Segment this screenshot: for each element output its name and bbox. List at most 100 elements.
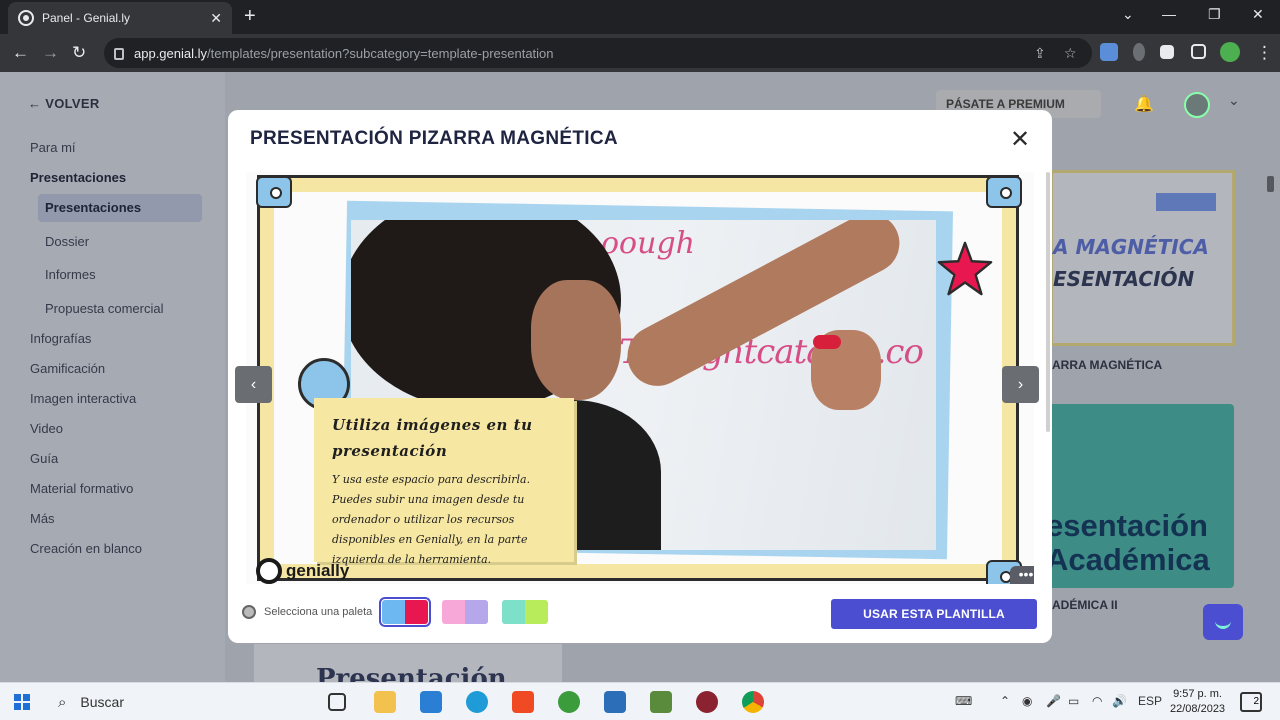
back-button[interactable]: ← VOLVER	[28, 96, 100, 111]
translate-extension-icon[interactable]	[1100, 43, 1118, 61]
sidebar-item-video[interactable]: Video	[30, 421, 63, 436]
scrollbar-thumb[interactable]	[1267, 176, 1274, 192]
swatch-color	[465, 600, 489, 624]
previous-slide-button[interactable]: ‹	[235, 366, 272, 403]
sidebar-item-mas[interactable]: Más	[30, 511, 55, 526]
close-icon[interactable]: ✕	[1010, 128, 1030, 152]
frame-corner-top-left	[256, 176, 292, 208]
url-host: app.genial.ly	[134, 45, 207, 61]
chrome-icon[interactable]	[742, 691, 764, 713]
address-bar[interactable]: app.genial.ly/templates/presentation?sub…	[104, 38, 1092, 68]
tray-chevron-up-icon[interactable]: ⌃	[1000, 694, 1010, 708]
sidebar-item-presentaciones-group[interactable]: Presentaciones	[30, 170, 126, 185]
page-scrollbar[interactable]	[1264, 170, 1276, 680]
modal-scrollbar[interactable]	[1046, 172, 1050, 432]
card1-line1: A MAGNÉTICA	[1053, 235, 1209, 259]
browser-tab[interactable]: Panel - Genial.ly ✕	[8, 2, 232, 34]
sidebar-item-informes[interactable]: Informes	[45, 267, 96, 282]
tab-close-icon[interactable]: ✕	[210, 10, 222, 27]
minimize-icon[interactable]: —	[1162, 6, 1176, 22]
note-title: Utiliza imágenes en tu presentación	[332, 416, 533, 460]
swatch-color	[382, 600, 406, 624]
language-indicator[interactable]: ESP	[1138, 694, 1162, 708]
mail-icon[interactable]	[420, 691, 442, 713]
card1-label[interactable]: ARRA MAGNÉTICA	[1052, 358, 1162, 372]
sidebar-item-guia[interactable]: Guía	[30, 451, 58, 466]
modal-title: PRESENTACIÓN PIZARRA MAGNÉTICA	[250, 128, 618, 149]
clock-date: 22/08/2023	[1170, 703, 1226, 715]
bookmark-star-icon[interactable]: ☆	[1064, 45, 1077, 62]
notifications-bell-icon[interactable]: 🔔	[1134, 94, 1154, 114]
wifi-icon[interactable]: ◠	[1092, 694, 1102, 708]
app-a-icon[interactable]	[696, 691, 718, 713]
keyboard-icon[interactable]: ⌨	[955, 694, 972, 708]
card2-label[interactable]: ADÉMICA II	[1052, 598, 1118, 612]
share-icon[interactable]: ⇪	[1034, 45, 1046, 62]
use-template-button[interactable]: USAR ESTA PLANTILLA	[831, 599, 1037, 629]
genially-logo-text: genially	[286, 561, 350, 580]
restore-icon[interactable]: ❐	[1208, 6, 1221, 23]
task-view-icon[interactable]	[328, 693, 346, 711]
sidebar-item-creacion-en-blanco[interactable]: Creación en blanco	[30, 541, 142, 556]
swatch-color	[405, 600, 429, 624]
tab-title: Panel - Genial.ly	[42, 11, 131, 25]
volume-icon[interactable]: 🔊	[1112, 694, 1127, 708]
palette-option-2[interactable]	[442, 600, 489, 624]
photos-icon[interactable]	[604, 691, 626, 713]
brave-icon[interactable]	[512, 691, 534, 713]
sidebar-item-gamificacion[interactable]: Gamificación	[30, 361, 105, 376]
clock[interactable]: 9:57 p. m. 22/08/2023	[1170, 687, 1225, 717]
next-slide-button[interactable]: ›	[1002, 366, 1039, 403]
swatch-color	[442, 600, 466, 624]
template-card-pizarra[interactable]: A MAGNÉTICA ESENTACIÓN	[1050, 170, 1235, 346]
taskbar-search-label: Buscar	[80, 694, 124, 710]
notification-center-icon[interactable]: 2	[1240, 692, 1262, 712]
photo-marker	[813, 335, 841, 349]
sidebar-item-presentaciones[interactable]: Presentaciones	[45, 200, 141, 215]
search-icon: ⌕	[58, 693, 67, 711]
sidebar-item-infografias[interactable]: Infografías	[30, 331, 91, 346]
sidebar-item-imagen-interactiva[interactable]: Imagen interactiva	[30, 391, 136, 406]
tab-search-icon[interactable]: ⌄	[1122, 6, 1134, 23]
puzzle-extensions-icon[interactable]	[1160, 45, 1174, 59]
sidebar-item-material-formativo[interactable]: Material formativo	[30, 481, 133, 496]
microphone-icon[interactable]: 🎤	[1046, 694, 1061, 708]
globe-app-icon[interactable]	[558, 691, 580, 713]
template-card-bottom[interactable]: Presentación	[254, 644, 562, 682]
profile-avatar-icon[interactable]	[1220, 42, 1240, 62]
lock-icon	[114, 48, 124, 60]
sidebar-item-propuesta-comercial[interactable]: Propuesta comercial	[45, 301, 164, 316]
star-icon	[937, 241, 993, 296]
taskbar-search[interactable]: ⌕ Buscar	[48, 683, 312, 720]
note-body: Y usa este espacio para describirla. Pue…	[332, 473, 531, 566]
browser-tab-strip: Panel - Genial.ly ✕ + ⌄ — ❐ ✕	[0, 0, 1280, 34]
calculator-app-icon[interactable]	[650, 691, 672, 713]
side-panel-icon[interactable]	[1191, 44, 1206, 59]
back-arrow-icon[interactable]: ←	[12, 43, 29, 63]
palette-option-3[interactable]	[502, 600, 549, 624]
chat-support-icon[interactable]	[1203, 604, 1243, 640]
reload-icon[interactable]: ↻	[72, 43, 86, 63]
extension-icon[interactable]	[1133, 43, 1145, 61]
template-preview-modal: PRESENTACIÓN PIZARRA MAGNÉTICA ✕ oough T…	[228, 110, 1052, 643]
windows-taskbar: ⌕ Buscar ⌨ ⌃ ◉ 🎤 ▭ ◠ 🔊 ESP 9:57 p. m. 22…	[0, 682, 1280, 720]
battery-icon[interactable]: ▭	[1068, 694, 1079, 708]
sidebar: ← VOLVER Para mí Presentaciones Presenta…	[0, 72, 225, 682]
chrome-menu-icon[interactable]: ⋮	[1256, 43, 1273, 63]
palette-option-1[interactable]	[379, 597, 432, 627]
more-options-button[interactable]: •••	[1010, 566, 1034, 584]
edge-icon[interactable]	[466, 691, 488, 713]
webcam-icon[interactable]: ◉	[1022, 694, 1032, 708]
premium-label: PÁSATE A PREMIUM	[946, 97, 1065, 111]
file-explorer-icon[interactable]	[374, 691, 396, 713]
forward-arrow-icon[interactable]: →	[42, 43, 59, 63]
windows-start-icon[interactable]	[14, 694, 30, 710]
url-path: /templates/presentation?subcategory=temp…	[207, 45, 554, 61]
window-close-icon[interactable]: ✕	[1252, 6, 1264, 23]
sidebar-item-para-mi[interactable]: Para mí	[30, 140, 76, 155]
template-card-academica[interactable]: esentación Académica	[1046, 404, 1234, 588]
sidebar-item-dossier[interactable]: Dossier	[45, 234, 89, 249]
chevron-down-icon[interactable]: ⌄	[1228, 92, 1240, 109]
new-tab-button[interactable]: +	[244, 6, 256, 26]
user-avatar[interactable]	[1184, 92, 1210, 118]
